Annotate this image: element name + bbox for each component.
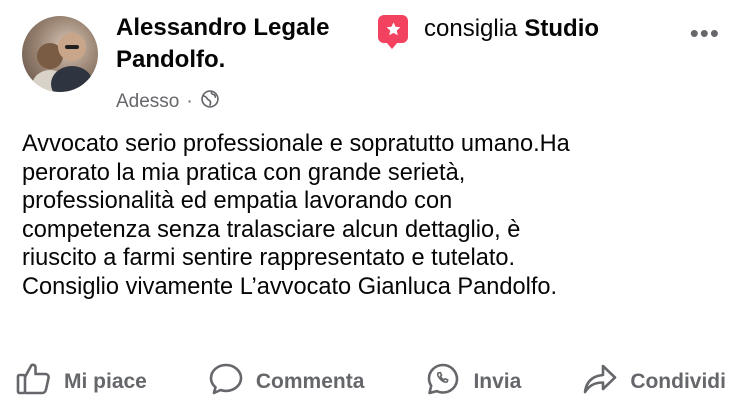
recommended-page-link[interactable]: Studio	[524, 15, 599, 43]
share-label: Condividi	[630, 370, 726, 393]
post-action-bar: Mi piace Commenta Invia Condividi	[16, 362, 726, 402]
like-label: Mi piace	[64, 370, 147, 393]
author-avatar[interactable]	[22, 16, 98, 92]
post-body: Avvocato serio professionale e sopratutt…	[22, 131, 570, 300]
recommendation-header: consiglia Studio	[378, 12, 599, 49]
share-button[interactable]: Condividi	[582, 362, 726, 402]
share-icon	[582, 362, 630, 402]
recommend-verb: consiglia	[424, 15, 518, 42]
more-options-button[interactable]: •••	[690, 18, 720, 49]
whatsapp-icon	[425, 362, 473, 402]
send-label: Invia	[473, 370, 522, 393]
like-icon	[16, 362, 64, 402]
like-button[interactable]: Mi piace	[16, 362, 147, 402]
comment-button[interactable]: Commenta	[208, 362, 365, 402]
post-meta: Adesso ·	[116, 89, 220, 115]
send-button[interactable]: Invia	[425, 362, 521, 402]
globe-icon[interactable]	[200, 89, 220, 115]
comment-label: Commenta	[255, 370, 365, 393]
recommend-badge-icon	[378, 15, 408, 49]
author-name[interactable]: Alessandro Legale Pandolfo.	[116, 12, 356, 76]
comment-icon	[208, 362, 256, 402]
meta-separator: ·	[186, 91, 193, 112]
post-timestamp[interactable]: Adesso	[116, 91, 179, 113]
